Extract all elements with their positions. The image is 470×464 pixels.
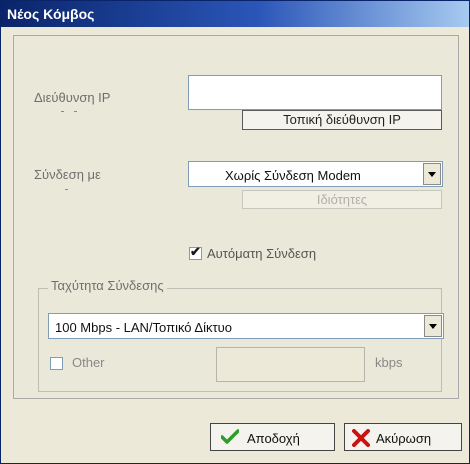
main-panel: Διεύθυνση IP Τοπική διεύθυνση IP Σύνδεση… (13, 35, 459, 399)
accept-button-label: Αποδοχή (247, 431, 300, 446)
connection-select-value: Χωρίς Σύνδεση Modem (225, 168, 361, 183)
label-underline-mark (61, 111, 64, 112)
cancel-button-label: Ακύρωση (376, 431, 432, 446)
speed-group-title: Ταχύτητα Σύνδεσης (48, 278, 167, 293)
connect-label: Σύνδεση με (34, 167, 101, 182)
connection-select[interactable]: Χωρίς Σύνδεση Modem (188, 161, 443, 187)
check-mark-icon: ✔ (190, 244, 201, 259)
speed-select[interactable]: 100 Mbps - LAN/Τοπικό Δίκτυο (48, 313, 444, 339)
label-underline-mark (65, 189, 68, 190)
auto-connect-checkbox[interactable]: ✔ (189, 244, 202, 260)
accept-button[interactable]: Αποδοχή (210, 423, 335, 451)
title-bar[interactable]: Νέος Κόμβος (1, 1, 469, 27)
properties-button[interactable]: Ιδιότητες (242, 190, 442, 209)
checkmark-icon (221, 429, 239, 444)
chevron-down-icon[interactable] (423, 163, 441, 185)
other-speed-input[interactable] (216, 347, 365, 382)
ip-address-input[interactable] (188, 75, 442, 110)
chevron-down-icon[interactable] (424, 315, 442, 337)
speed-select-value: 100 Mbps - LAN/Τοπικό Δίκτυο (55, 320, 232, 335)
auto-connect-label: Αυτόματη Σύνδεση (207, 246, 317, 261)
window-title: Νέος Κόμβος (7, 6, 95, 22)
label-underline-mark (74, 111, 77, 112)
local-ip-button[interactable]: Τοπική διεύθυνση IP (242, 110, 442, 130)
ip-label: Διεύθυνση IP (34, 90, 111, 105)
speed-unit-label: kbps (375, 355, 403, 370)
red-x-icon (352, 429, 370, 447)
other-label: Other (72, 355, 105, 370)
cancel-button[interactable]: Ακύρωση (344, 423, 462, 451)
other-checkbox[interactable] (50, 357, 63, 370)
dialog-window: Νέος Κόμβος Διεύθυνση IP Τοπική διεύθυνσ… (0, 0, 470, 464)
